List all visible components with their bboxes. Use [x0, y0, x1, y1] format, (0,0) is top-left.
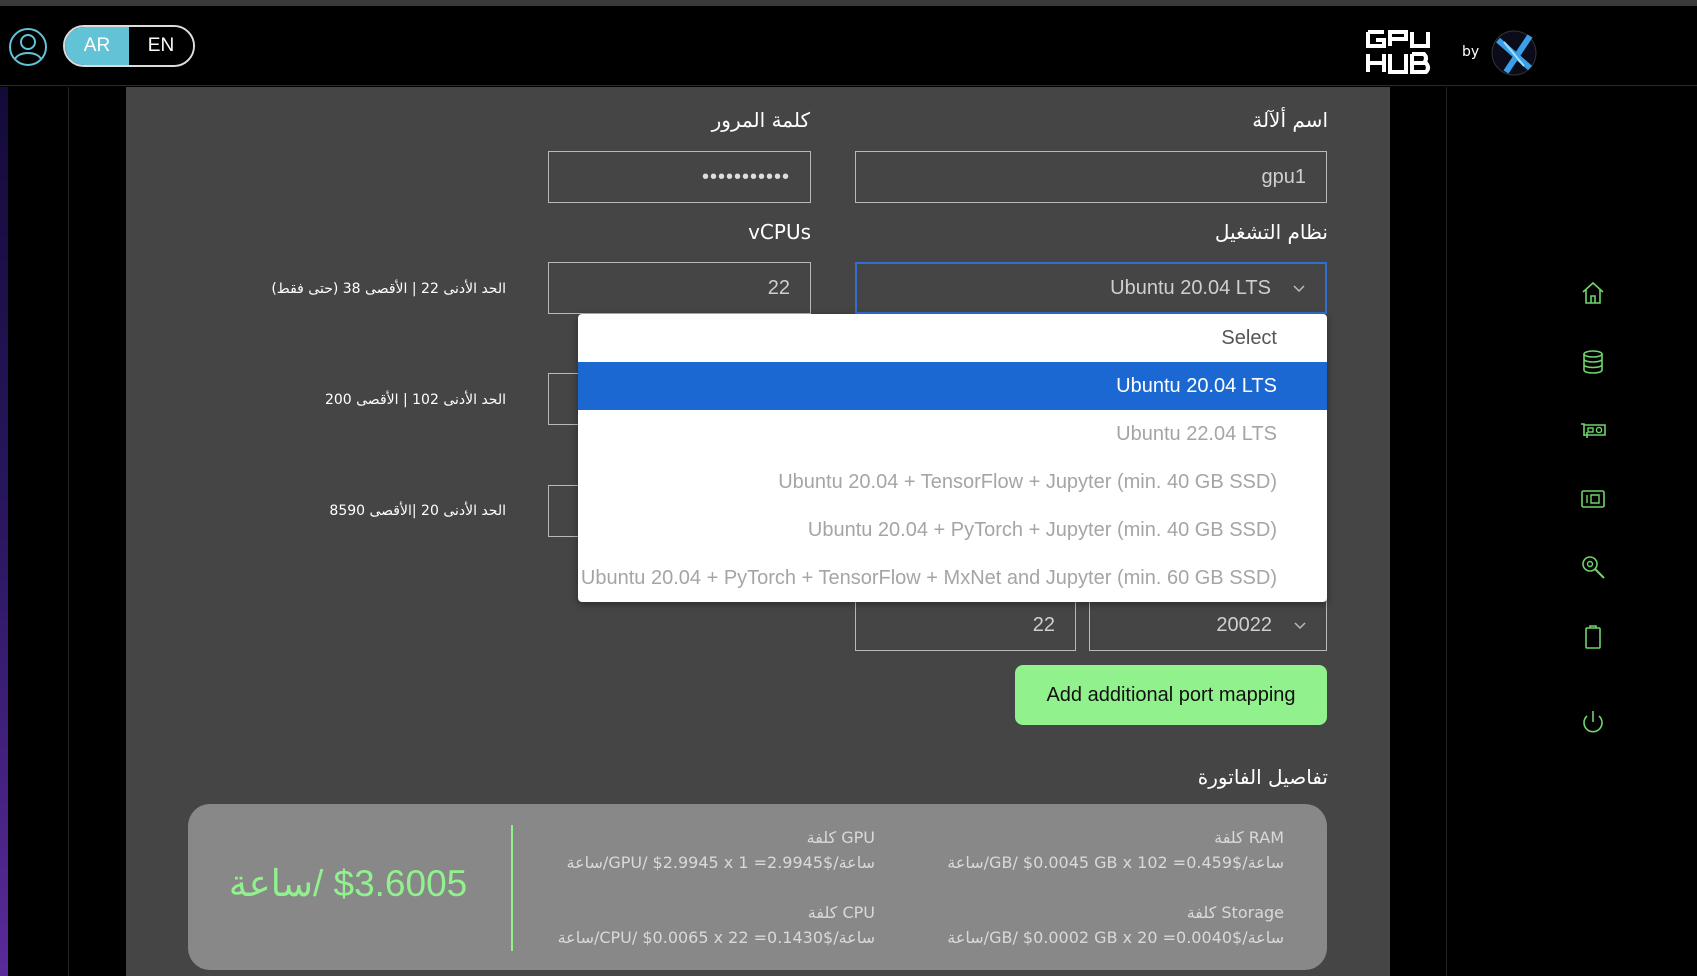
os-option-select[interactable]: Select: [578, 314, 1327, 362]
search-settings-icon[interactable]: [1578, 552, 1608, 582]
os-option-pytorch-jupyter[interactable]: Ubuntu 20.04 + PyTorch + Jupyter (min. 4…: [578, 506, 1327, 554]
ram-cost-value: ساعة/GB/ $0.0045 GB x 102 =ساعة/$0.459: [947, 853, 1284, 872]
os-select-value: Ubuntu 20.04 LTS: [1110, 276, 1271, 299]
ram-hint: الحد الأدنى 102 | الأقصى 200: [324, 392, 506, 408]
ram-cost-title: RAM كلفة: [1214, 828, 1284, 847]
password-input[interactable]: •••••••••••: [548, 151, 811, 203]
port-external-value: 20022: [1216, 613, 1272, 636]
gpu-cost-title: GPU كلفة: [806, 828, 875, 847]
gpu-card-icon[interactable]: [1578, 415, 1608, 445]
database-icon[interactable]: [1578, 347, 1608, 377]
gpu-hub-logo[interactable]: by: [1364, 28, 1544, 78]
machine-name-input[interactable]: gpu1: [855, 151, 1327, 203]
cpu-cost-value: ساعة/CPU/ $0.0065 x 22 =ساعة/$0.1430: [557, 928, 875, 947]
lang-en-button[interactable]: EN: [129, 27, 193, 65]
os-option-ubuntu-2004[interactable]: Ubuntu 20.04 LTS: [578, 362, 1327, 410]
storage-cost-value: ساعة/GB/ $0.0002 GB x 20 =ساعة/$0.0040: [947, 928, 1284, 947]
left-gradient-strip: [0, 87, 8, 976]
port-internal-input[interactable]: 22: [855, 599, 1076, 651]
top-bar: AR EN by: [0, 6, 1697, 86]
invoice-title: تفاصيل الفاتورة: [1197, 765, 1328, 789]
chevron-down-icon: [1294, 622, 1306, 630]
user-avatar-icon[interactable]: [8, 27, 48, 67]
invoice-divider: [511, 825, 513, 951]
lang-ar-button[interactable]: AR: [65, 27, 129, 65]
right-nav-panel: [1446, 87, 1697, 976]
left-gutter: [68, 87, 126, 976]
clipboard-icon[interactable]: [1578, 622, 1608, 652]
home-icon[interactable]: [1578, 278, 1608, 308]
os-select[interactable]: Ubuntu 20.04 LTS: [855, 262, 1327, 314]
os-option-tensorflow-jupyter[interactable]: Ubuntu 20.04 + TensorFlow + Jupyter (min…: [578, 458, 1327, 506]
storage-drive-icon[interactable]: [1578, 484, 1608, 514]
power-icon[interactable]: [1578, 707, 1608, 737]
chevron-down-icon: [1293, 285, 1305, 293]
gpu-cost-value: ساعة/GPU/ $2.9945 x 1 =ساعة/$2.9945: [566, 853, 875, 872]
cpu-cost-title: CPU كلفة: [807, 903, 875, 922]
storage-hint: الحد الأدنى 20 |الأقصى 8590: [329, 503, 506, 519]
vcpus-label: vCPUs: [748, 220, 811, 244]
invoice-total: $3.6005 /ساعة: [228, 863, 468, 904]
os-option-ubuntu-2204[interactable]: Ubuntu 22.04 LTS: [578, 410, 1327, 458]
add-port-mapping-button[interactable]: Add additional port mapping: [1015, 665, 1327, 725]
storage-cost-title: Storage كلفة: [1186, 903, 1284, 922]
port-external-select[interactable]: 20022: [1089, 599, 1327, 651]
vcpus-input[interactable]: 22: [548, 262, 811, 314]
os-label: نظام التشغيل: [1214, 220, 1328, 244]
vcpus-hint: الحد الأدنى 22 | الأقصى 38 (حتى فقط): [271, 281, 506, 297]
password-label: كلمة المرور: [711, 108, 810, 132]
machine-name-label: اسم ألآلة: [1252, 108, 1328, 132]
language-toggle: AR EN: [63, 25, 195, 67]
os-option-full-stack[interactable]: Ubuntu 20.04 + PyTorch + TensorFlow + Mx…: [578, 554, 1327, 602]
svg-text:by: by: [1462, 44, 1479, 60]
os-dropdown-menu: Select Ubuntu 20.04 LTS Ubuntu 22.04 LTS…: [578, 314, 1327, 602]
